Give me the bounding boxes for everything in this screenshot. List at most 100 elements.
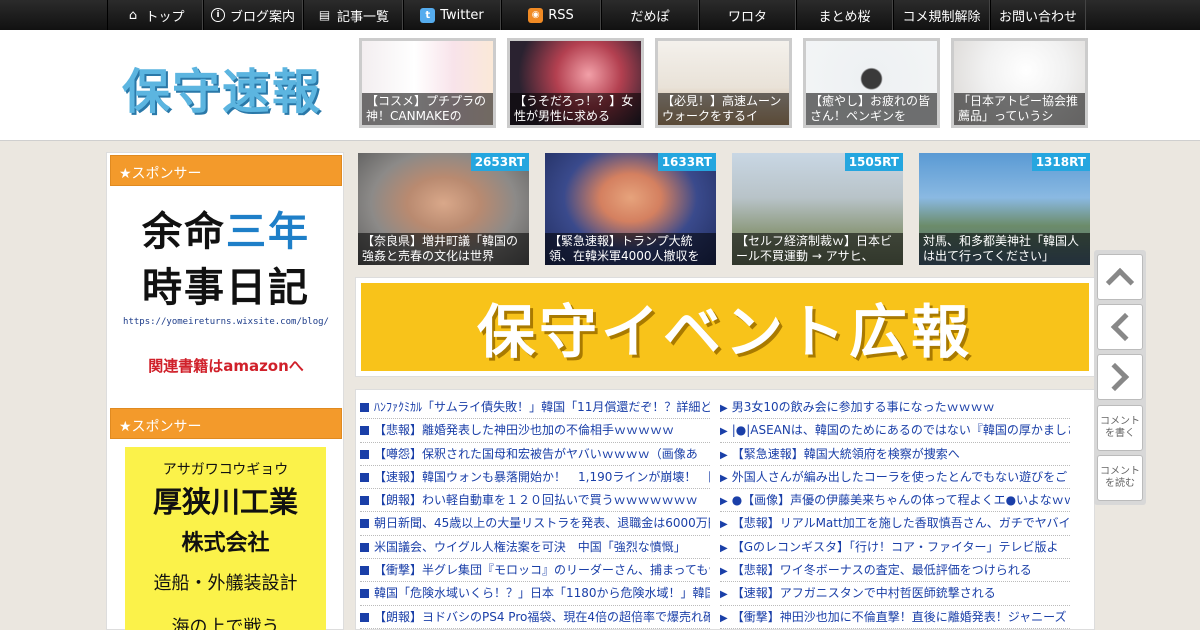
list-item-text: 【衝撃】半グレ集団『モロッコ』のリーダーさん、捕まってもｗ	[374, 563, 710, 578]
ad-amazon-link[interactable]: 関連書籍はamazonへ	[110, 355, 342, 376]
list-item[interactable]: ■ 【速報】韓国ウォンも暴落開始か！ 1,190ラインが崩壊！ 阿	[360, 466, 710, 490]
ranking-card-4[interactable]: 1318RT 対馬、和多都美神社「韓国人は出て行ってください」	[919, 153, 1090, 265]
list-item-text: 【速報】韓国ウォンも暴落開始か！ 1,190ラインが崩壊！ 阿	[374, 469, 710, 484]
list-item-text: |●|ASEANは、韓国のためにあるのではない『韓国の厚かましさ	[731, 423, 1070, 438]
rss-icon: ◉	[528, 7, 544, 23]
list-item[interactable]: ■ 【朗報】わい軽自動車を１２０回払いで買うｗｗｗｗｗｗｗ	[360, 489, 710, 513]
nav-item-twitter[interactable]: t Twitter	[403, 0, 501, 30]
nav-item-warota[interactable]: ワロタ	[699, 0, 796, 30]
sponsor-ad-asagawa[interactable]: アサガワコウギョウ 厚狭川工業 株式会社 造船・外艤装設計 海の上で戦う	[125, 447, 326, 630]
square-bullet-icon: ■	[360, 449, 369, 459]
nav-label: ワロタ	[727, 9, 767, 25]
list-item[interactable]: ▶ 【速報】アフガニスタンで中村哲医師銃撃される	[720, 582, 1070, 606]
list-item[interactable]: ■ 【朗報】ヨドバシのPS4 Pro福袋、現在4倍の超倍率で爆売れ確	[360, 606, 710, 629]
list-item[interactable]: ▶ 男3女10の飲み会に参加する事になったｗｗｗｗ	[720, 396, 1070, 420]
square-bullet-icon: ■	[360, 519, 369, 529]
sponsor-ad-yomei[interactable]: 余命三年 時事日記 https://yomeireturns.wixsite.c…	[110, 189, 342, 377]
list-item[interactable]: ■ 米国議会、ウイグル人権法案を可決 中国「強烈な憤慨」	[360, 536, 710, 560]
nav-item-article-list[interactable]: ▤ 記事一覧	[303, 0, 403, 30]
thumb-caption: 「日本アトピー協会推薦品」っていうシ	[954, 93, 1085, 125]
read-comment-button[interactable]: コメントを読む	[1097, 455, 1143, 501]
chevron-right-icon	[1100, 362, 1130, 392]
prev-article-button[interactable]	[1097, 304, 1143, 350]
list-item[interactable]: ▶ 外国人さんが編み出したコーラを使ったとんでもない遊びをご	[720, 466, 1070, 490]
nav-label: まとめ桜	[818, 9, 871, 25]
triangle-bullet-icon: ▶	[720, 426, 728, 438]
triangle-bullet-icon: ▶	[720, 449, 728, 461]
list-item[interactable]: ▶ 【緊急速報】韓国大統領府を検察が捜索へ	[720, 443, 1070, 466]
list-item-text: 【悲報】リアルMatt加工を施した香取慎吾さん、ガチでヤバイ	[731, 516, 1070, 531]
info-icon: i	[210, 8, 225, 22]
nav-label: ブログ案内	[229, 9, 295, 25]
ad-headline-part: 余命	[142, 209, 226, 255]
list-item[interactable]: ■ 朝日新聞、45歳以上の大量リストラを発表、退職金は6000万円	[360, 512, 710, 536]
list-item[interactable]: ■ ﾊﾝﾌｧｸﾐｶﾙ「サムライ債失敗！」韓国「11月償還だぞ！？詳細ど	[360, 396, 710, 420]
ad-subheadline: 時事日記	[142, 265, 310, 311]
list-item-text: 韓国「危険水域いくら！？」日本「1180から危険水域！」韓国	[374, 586, 710, 601]
header-thumb-1[interactable]: 【コスメ】プチプラの神！CANMAKEの	[359, 38, 496, 128]
event-banner-inner: 保守イベント広報	[361, 283, 1089, 371]
list-item[interactable]: ▶ |●|ASEANは、韓国のためにあるのではない『韓国の厚かましさ	[720, 419, 1070, 443]
list-item[interactable]: ▶ 【悲報】リアルMatt加工を施した香取慎吾さん、ガチでヤバイ	[720, 512, 1070, 536]
nav-item-top[interactable]: ⌂ トップ	[107, 0, 203, 30]
scroll-top-button[interactable]	[1097, 254, 1143, 300]
nav-item-damepo[interactable]: だめぽ	[601, 0, 699, 30]
list-item[interactable]: ■ 韓国「危険水域いくら！？」日本「1180から危険水域！」韓国	[360, 582, 710, 606]
ad-company-type: 株式会社	[181, 531, 270, 556]
event-banner-text: 保守イベント広報	[476, 298, 973, 366]
header-thumb-5[interactable]: 「日本アトピー協会推薦品」っていうシ	[951, 38, 1088, 128]
header-thumb-3[interactable]: 【必見！】高速ムーンウォークをするイ	[655, 38, 792, 128]
next-article-button[interactable]	[1097, 354, 1143, 400]
sponsor-heading-2: ★スポンサー	[110, 408, 342, 439]
list-item-text: 男3女10の飲み会に参加する事になったｗｗｗｗ	[731, 400, 995, 414]
list-item-text: 【緊急速報】韓国大統領府を検察が捜索へ	[731, 446, 960, 461]
square-bullet-icon: ■	[360, 403, 369, 412]
event-banner[interactable]: 保守イベント広報	[355, 277, 1095, 377]
list-item[interactable]: ▶ 【衝撃】神田沙也加に不倫直撃！直後に離婚発表！ジャニーズ	[720, 606, 1070, 629]
read-comment-label: コメントを読む	[1100, 466, 1140, 489]
home-icon: ⌂	[128, 7, 138, 23]
list-item-text: 【Gのレコンギスタ】「行け！コア・ファイター」テレビ版よ	[731, 539, 1059, 554]
ranking-card-3[interactable]: 1505RT 【セルフ経済制裁ｗ】日本ビール不買運動 → アサヒ、	[732, 153, 903, 265]
list-item[interactable]: ■ 【悲報】離婚発表した神田沙也加の不倫相手ｗｗｗｗｗ	[360, 419, 710, 443]
nav-item-rss[interactable]: ◉ RSS	[501, 0, 601, 30]
card-caption: 【奈良県】増井町議「韓国の強姦と売春の文化は世界	[358, 233, 529, 265]
triangle-bullet-icon: ▶	[720, 403, 728, 414]
list-item-text: 【悲報】離婚発表した神田沙也加の不倫相手ｗｗｗｗｗ	[374, 423, 675, 438]
card-caption: 【緊急速報】トランプ大統領、在韓米軍4000人撤収を	[545, 233, 716, 265]
triangle-bullet-icon: ▶	[720, 542, 728, 554]
article-list-left: ■ ﾊﾝﾌｧｸﾐｶﾙ「サムライ債失敗！」韓国「11月償還だぞ！？詳細ど ■ 【悲報】…	[360, 396, 710, 629]
top-navigation-bar: ⌂ トップ i ブログ案内 ▤ 記事一覧 t Twitter ◉ RSS だめぽ…	[0, 0, 1200, 30]
list-item[interactable]: ■ 【衝撃】半グレ集団『モロッコ』のリーダーさん、捕まってもｗ	[360, 559, 710, 583]
list-item[interactable]: ▶ 【Gのレコンギスタ】「行け！コア・ファイター」テレビ版よ	[720, 536, 1070, 560]
list-item-text: 【朗報】ヨドバシのPS4 Pro福袋、現在4倍の超倍率で爆売れ確	[374, 609, 710, 624]
header-thumb-2[interactable]: 【うそだろっ！？】女性が男性に求める	[507, 38, 644, 128]
triangle-bullet-icon: ▶	[720, 496, 728, 508]
nav-item-contact[interactable]: お問い合わせ	[990, 0, 1086, 30]
nav-label: 記事一覧	[336, 9, 389, 25]
ranking-card-2[interactable]: 1633RT 【緊急速報】トランプ大統領、在韓米軍4000人撤収を	[545, 153, 716, 265]
header-thumb-4[interactable]: 【癒やし】お疲れの皆さん！ペンギンを	[803, 38, 940, 128]
list-item-text: 【速報】アフガニスタンで中村哲医師銃撃される	[731, 586, 996, 601]
card-caption: 【セルフ経済制裁ｗ】日本ビール不買運動 → アサヒ、	[732, 233, 903, 265]
thumb-caption: 【癒やし】お疲れの皆さん！ペンギンを	[806, 93, 937, 125]
nav-item-comment-unblock[interactable]: コメ規制解除	[893, 0, 990, 30]
nav-item-matome-sakura[interactable]: まとめ桜	[796, 0, 893, 30]
nav-item-blog-guide[interactable]: i ブログ案内	[203, 0, 303, 30]
list-item[interactable]: ▶ 【悲報】ワイ冬ボーナスの査定、最低評価をつけられる	[720, 559, 1070, 583]
ranking-card-1[interactable]: 2653RT 【奈良県】増井町議「韓国の強姦と売春の文化は世界	[358, 153, 529, 265]
square-bullet-icon: ■	[360, 566, 369, 576]
write-comment-button[interactable]: コメントを書く	[1097, 405, 1143, 451]
site-header: 保守速報 【コスメ】プチプラの神！CANMAKEの 【うそだろっ！？】女性が男性…	[0, 30, 1200, 141]
triangle-bullet-icon: ▶	[720, 472, 728, 484]
nav-label: RSS	[548, 7, 574, 23]
list-item[interactable]: ■ 【噂怨】保釈された国母和宏被告がヤバいｗｗｗｗ（画像あ	[360, 443, 710, 466]
article-list-right: ▶ 男3女10の飲み会に参加する事になったｗｗｗｗ ▶ |●|ASEANは、韓国のた…	[720, 396, 1070, 629]
thumb-caption: 【コスメ】プチプラの神！CANMAKEの	[362, 93, 493, 125]
triangle-bullet-icon: ▶	[720, 589, 728, 601]
list-item-text: 米国議会、ウイグル人権法案を可決 中国「強烈な憤慨」	[374, 539, 686, 554]
list-icon: ▤	[318, 8, 331, 22]
list-item[interactable]: ▶ ●【画像】声優の伊藤美来ちゃんの体って程よくエ●いよなｗｗ	[720, 489, 1070, 513]
list-item-text: ﾊﾝﾌｧｸﾐｶﾙ「サムライ債失敗！」韓国「11月償還だぞ！？詳細ど	[374, 400, 710, 414]
site-logo[interactable]: 保守速報	[122, 52, 322, 122]
